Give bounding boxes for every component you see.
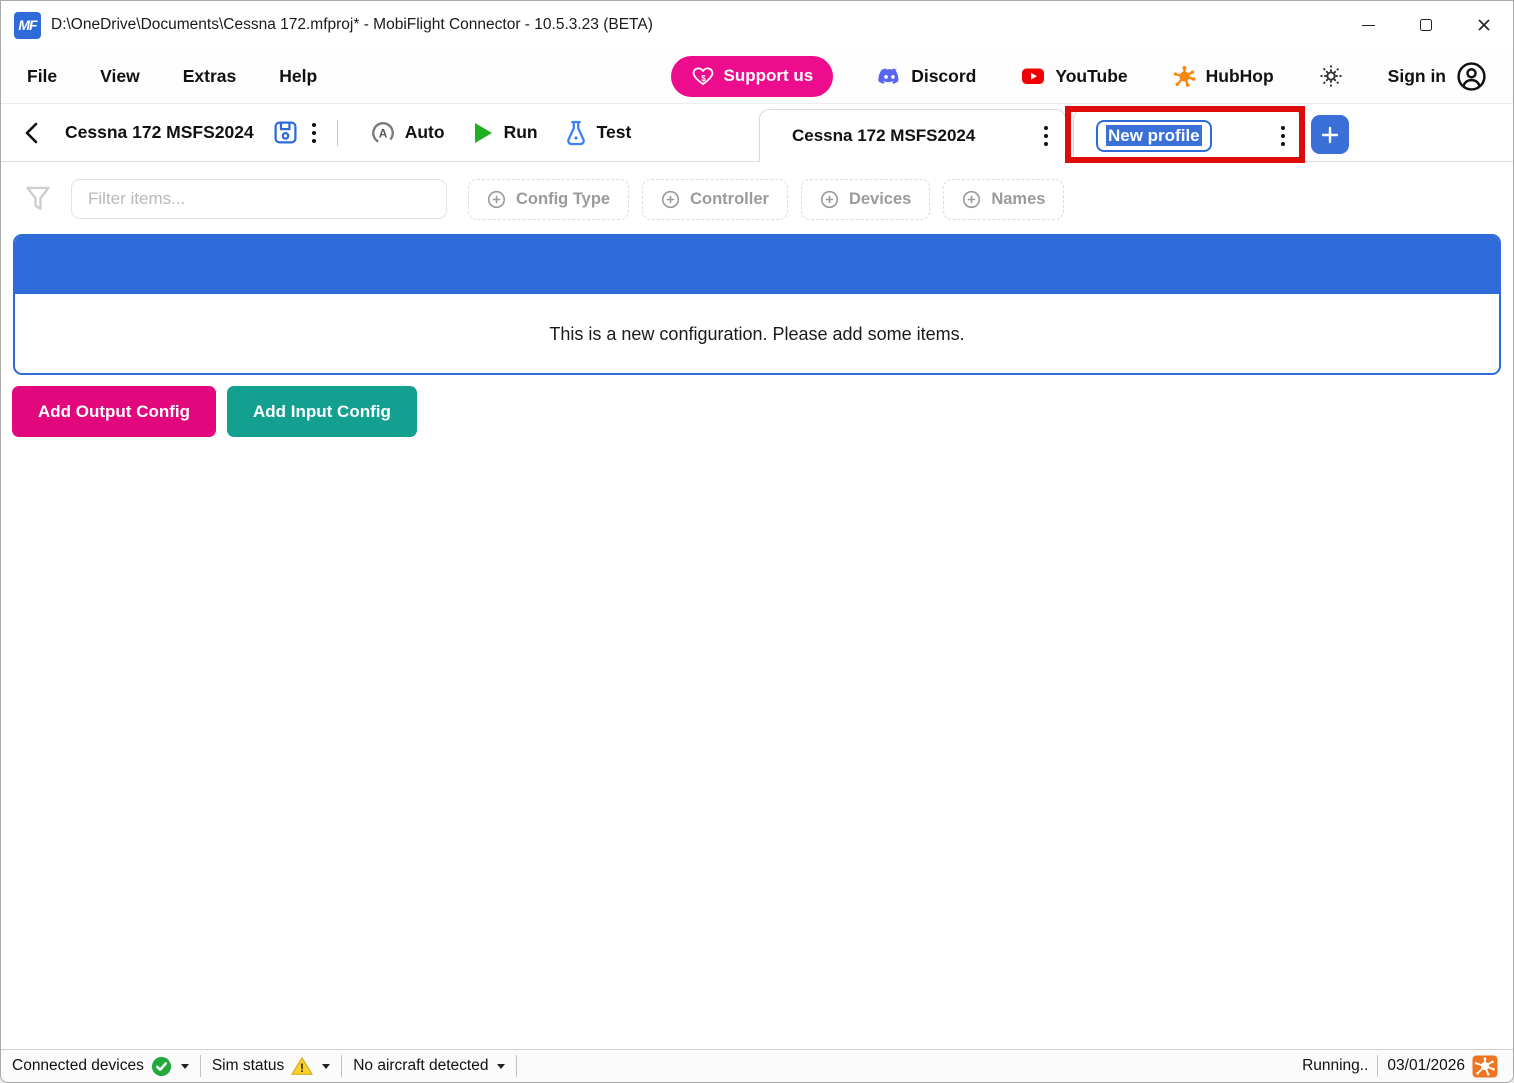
close-icon xyxy=(1474,15,1494,35)
youtube-icon xyxy=(1020,64,1046,88)
status-bar: Connected devices Sim status ! No aircra… xyxy=(1,1049,1513,1082)
app-logo-icon: MF xyxy=(14,12,41,39)
simconnect-icon xyxy=(1472,1055,1498,1078)
filter-names-label: Names xyxy=(991,190,1045,209)
save-button[interactable] xyxy=(272,119,299,146)
toolbar-divider xyxy=(337,120,338,146)
youtube-label: YouTube xyxy=(1055,66,1127,87)
connected-devices-status[interactable]: Connected devices xyxy=(1,1056,200,1077)
discord-link[interactable]: Discord xyxy=(877,64,976,89)
back-button[interactable] xyxy=(21,120,43,146)
menu-help[interactable]: Help xyxy=(279,66,317,87)
toolbar: Cessna 172 MSFS2024 A Auto Run xyxy=(1,104,1513,162)
filter-config-type-button[interactable]: Config Type xyxy=(468,179,629,220)
profile-tab-new[interactable]: New profile xyxy=(1073,109,1301,162)
filter-names-button[interactable]: Names xyxy=(943,179,1064,220)
svg-text:$: $ xyxy=(702,74,707,83)
empty-config-message: This is a new configuration. Please add … xyxy=(549,324,964,345)
statusbar-divider xyxy=(516,1055,517,1077)
close-button[interactable] xyxy=(1455,1,1513,49)
auto-toggle[interactable]: A Auto xyxy=(370,120,445,146)
add-profile-button[interactable] xyxy=(1311,115,1349,154)
auto-icon: A xyxy=(370,120,396,146)
profile-tab-cessna[interactable]: Cessna 172 MSFS2024 xyxy=(759,109,1066,162)
svg-text:!: ! xyxy=(300,1061,304,1075)
chevron-down-icon xyxy=(322,1064,330,1069)
circled-plus-icon xyxy=(962,190,981,209)
circled-plus-icon xyxy=(661,190,680,209)
new-profile-menu-button[interactable] xyxy=(1280,124,1286,148)
youtube-link[interactable]: YouTube xyxy=(1020,64,1127,88)
ok-check-icon xyxy=(151,1056,172,1077)
filter-row: Config Type Controller Devices Names xyxy=(1,162,1513,234)
heart-dollar-icon: $ xyxy=(691,64,715,88)
project-name: Cessna 172 MSFS2024 xyxy=(65,122,254,143)
profile-tab-menu-button[interactable] xyxy=(1043,124,1049,148)
test-flask-icon xyxy=(564,119,588,147)
support-us-label: Support us xyxy=(723,66,813,86)
config-table-header xyxy=(15,236,1499,294)
config-table-body: This is a new configuration. Please add … xyxy=(15,294,1499,375)
minimize-button[interactable] xyxy=(1339,1,1397,49)
run-button[interactable]: Run xyxy=(471,120,538,146)
connected-devices-label: Connected devices xyxy=(12,1057,144,1075)
filter-items-input[interactable] xyxy=(71,179,447,219)
menu-view[interactable]: View xyxy=(100,66,140,87)
svg-text:A: A xyxy=(378,126,387,140)
chevron-down-icon xyxy=(497,1064,505,1069)
circled-plus-icon xyxy=(820,190,839,209)
circled-plus-icon xyxy=(487,190,506,209)
project-menu-button[interactable] xyxy=(311,121,317,145)
maximize-icon xyxy=(1420,19,1432,31)
profile-name-input[interactable]: New profile xyxy=(1096,120,1212,152)
support-us-button[interactable]: $ Support us xyxy=(671,56,833,97)
discord-label: Discord xyxy=(911,66,976,87)
sign-in-label: Sign in xyxy=(1388,66,1446,87)
chevron-down-icon xyxy=(181,1064,189,1069)
aircraft-status-label: No aircraft detected xyxy=(353,1057,488,1075)
account-avatar-icon xyxy=(1456,61,1487,92)
maximize-button[interactable] xyxy=(1397,1,1455,49)
add-input-config-button[interactable]: Add Input Config xyxy=(227,386,417,437)
sim-date: 03/01/2026 xyxy=(1378,1055,1513,1078)
aircraft-status[interactable]: No aircraft detected xyxy=(342,1057,516,1075)
window-title: D:\OneDrive\Documents\Cessna 172.mfproj*… xyxy=(51,16,653,34)
add-output-config-button[interactable]: Add Output Config xyxy=(12,386,216,437)
menu-file[interactable]: File xyxy=(27,66,57,87)
filter-devices-label: Devices xyxy=(849,190,911,209)
theme-toggle-icon[interactable] xyxy=(1318,63,1344,89)
warning-icon: ! xyxy=(291,1056,313,1076)
test-button[interactable]: Test xyxy=(564,119,632,147)
run-play-icon xyxy=(471,120,495,146)
plus-icon xyxy=(1319,124,1341,146)
sim-date-label: 03/01/2026 xyxy=(1387,1057,1465,1075)
filter-devices-button[interactable]: Devices xyxy=(801,179,930,220)
menu-extras[interactable]: Extras xyxy=(183,66,237,87)
hubhop-label: HubHop xyxy=(1206,66,1274,87)
title-bar: MF D:\OneDrive\Documents\Cessna 172.mfpr… xyxy=(1,1,1513,49)
sim-status-label: Sim status xyxy=(212,1057,284,1075)
minimize-icon xyxy=(1362,25,1375,26)
menu-bar: File View Extras Help $ Support us Disco… xyxy=(1,49,1513,104)
app-window: MF D:\OneDrive\Documents\Cessna 172.mfpr… xyxy=(0,0,1514,1083)
profile-name-selected-text: New profile xyxy=(1106,125,1202,146)
running-status-label: Running.. xyxy=(1302,1057,1368,1075)
test-label: Test xyxy=(597,122,632,143)
profile-tab-label: Cessna 172 MSFS2024 xyxy=(792,126,975,146)
filter-controller-button[interactable]: Controller xyxy=(642,179,788,220)
config-table-panel: This is a new configuration. Please add … xyxy=(13,234,1501,375)
auto-label: Auto xyxy=(405,122,445,143)
filter-controller-label: Controller xyxy=(690,190,769,209)
sim-status[interactable]: Sim status ! xyxy=(201,1056,341,1076)
discord-icon xyxy=(877,64,902,89)
filter-config-type-label: Config Type xyxy=(516,190,610,209)
sign-in-button[interactable]: Sign in xyxy=(1388,61,1487,92)
hubhop-link[interactable]: HubHop xyxy=(1172,64,1274,89)
running-status: Running.. xyxy=(1293,1057,1377,1075)
run-label: Run xyxy=(504,122,538,143)
hubhop-icon xyxy=(1172,64,1197,89)
filter-funnel-icon xyxy=(23,183,53,215)
